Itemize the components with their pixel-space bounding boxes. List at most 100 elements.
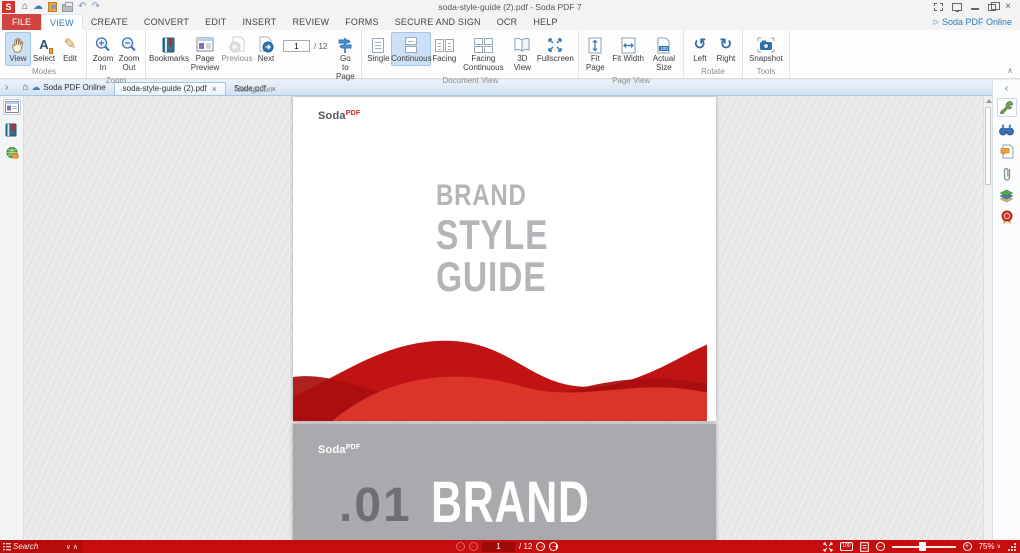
pdf-page-2[interactable]: SodaPDF .01 BRAND — [293, 424, 716, 540]
statusbar: ∨ ∧ ← ← 1 / 12 → → 100 – + 75% ∨ — [0, 540, 1020, 553]
zoom-out-status-button[interactable]: – — [876, 542, 885, 551]
vertical-scrollbar[interactable] — [983, 96, 992, 540]
document-canvas[interactable]: SodaPDF BRAND STYLE GUIDE SodaPDF .01 BR… — [24, 96, 992, 540]
zoom-slider[interactable] — [892, 546, 956, 548]
menu-tab-convert[interactable]: CONVERT — [136, 14, 197, 30]
attachments-icon[interactable] — [997, 164, 1017, 183]
edit-mode-button[interactable]: ✎ Edit — [57, 32, 83, 66]
page-number-input[interactable] — [283, 40, 310, 52]
bookmarks-panel-icon[interactable] — [3, 122, 21, 138]
zoom-level[interactable]: 75% ∨ — [979, 542, 1001, 551]
actual-size-status-icon[interactable]: 100 — [840, 542, 852, 551]
fit-width-button[interactable]: Fit Width — [608, 32, 648, 66]
pdf-page-1[interactable]: SodaPDF BRAND STYLE GUIDE — [293, 97, 716, 421]
go-to-page-button[interactable]: Go to Page — [332, 32, 358, 84]
title-line-1: BRAND — [436, 181, 660, 211]
facing-continuous-view-button[interactable]: Facing Continuous — [457, 32, 509, 75]
file-menu[interactable]: FILE — [2, 14, 41, 30]
button-label: Facing Continuous — [461, 55, 505, 73]
button-label: Snapshot — [749, 55, 783, 64]
undo-icon[interactable]: ↶ — [78, 2, 86, 12]
3d-view-button[interactable]: 3D View — [509, 32, 535, 75]
button-label: Page Preview — [191, 55, 219, 73]
stamp-badge-icon[interactable] — [997, 208, 1017, 227]
close-button[interactable]: × — [1005, 2, 1011, 12]
redo-icon[interactable]: ↷ — [91, 2, 99, 12]
page-thumbnails-icon[interactable] — [3, 99, 21, 115]
select-mode-button[interactable]: A Select — [31, 32, 57, 66]
ribbon-group-tools: Snapshot Tools — [743, 30, 790, 78]
menu-tab-forms[interactable]: FORMS — [337, 14, 387, 30]
next-page-button[interactable]: → — [536, 542, 545, 551]
find-binoculars-icon[interactable] — [997, 120, 1017, 139]
menu-tab-help[interactable]: HELP — [525, 14, 565, 30]
search-prev-icon[interactable]: ∧ — [73, 543, 78, 551]
ribbon-group-label: Navigation — [149, 84, 358, 95]
resize-grip[interactable] — [1008, 543, 1016, 551]
button-label: Facing — [432, 55, 456, 64]
last-page-button[interactable]: → — [549, 542, 558, 551]
fit-page-button[interactable]: Fit Page — [582, 32, 608, 75]
menu-tab-review[interactable]: REVIEW — [284, 14, 337, 30]
menu-tab-edit[interactable]: EDIT — [197, 14, 234, 30]
menu-tab-create[interactable]: CREATE — [83, 14, 136, 30]
switch-display-icon[interactable] — [952, 3, 962, 11]
single-view-button[interactable]: Single — [365, 32, 391, 66]
ribbon-group-label: Tools — [746, 66, 786, 77]
panel-expand-icon[interactable]: ‹ — [1005, 83, 1008, 94]
next-page-button[interactable]: Next — [253, 32, 279, 66]
menu-tab-insert[interactable]: INSERT — [234, 14, 284, 30]
page-preview-button[interactable]: Page Preview — [189, 32, 221, 75]
facing-view-button[interactable]: Facing — [431, 32, 457, 66]
minimize-button[interactable] — [971, 8, 979, 10]
ribbon-collapse-button[interactable]: ∧ — [1007, 66, 1013, 75]
fullscreen-status-icon[interactable] — [823, 542, 833, 552]
menu-tab-secure-and-sign[interactable]: SECURE AND SIGN — [387, 14, 489, 30]
bookmarks-button[interactable]: Bookmarks — [149, 32, 189, 66]
tools-wrench-icon[interactable] — [997, 98, 1017, 117]
view-mode-button[interactable]: View — [5, 32, 31, 66]
zoom-in-button[interactable]: Zoom In — [90, 32, 116, 75]
scroll-up-icon[interactable] — [984, 96, 992, 106]
menu-tab-ocr[interactable]: OCR — [489, 14, 526, 30]
first-page-button[interactable]: ← — [456, 542, 465, 551]
web-links-icon[interactable] — [3, 145, 21, 161]
restore-button[interactable] — [988, 4, 996, 11]
continuous-view-button[interactable]: Continuous — [391, 32, 431, 66]
snapshot-button[interactable]: Snapshot — [746, 32, 786, 66]
fullscreen-button[interactable]: Fullscreen — [535, 32, 575, 66]
button-label: Next — [258, 55, 274, 64]
rotate-right-button[interactable]: ↻ Right — [713, 32, 739, 66]
select-cursor-icon: A — [39, 35, 48, 55]
rotate-left-button[interactable]: ↺ Left — [687, 32, 713, 66]
soda-pdf-online-link[interactable]: ▷ Soda PDF Online — [934, 14, 1012, 30]
previous-page-button[interactable]: Previous — [221, 32, 253, 66]
search-next-icon[interactable]: ∨ — [66, 543, 71, 551]
menu-tab-view[interactable]: VIEW — [41, 14, 83, 30]
status-page-value[interactable]: 1 — [482, 542, 515, 552]
previous-page-button[interactable]: ← — [469, 542, 478, 551]
zoom-slider-handle[interactable] — [919, 542, 926, 551]
fullscreen-toggle-icon[interactable] — [934, 3, 943, 11]
home-icon[interactable]: ⌂ — [22, 2, 28, 12]
online-link-label: Soda PDF Online — [942, 17, 1012, 27]
document-icon[interactable] — [48, 2, 57, 12]
scrollbar-thumb[interactable] — [985, 107, 991, 185]
comments-icon[interactable] — [997, 142, 1017, 161]
search-results-icon[interactable] — [3, 543, 11, 551]
layers-icon[interactable] — [997, 186, 1017, 205]
print-icon[interactable] — [62, 4, 73, 12]
fit-page-status-icon[interactable] — [860, 542, 869, 552]
actual-size-button[interactable]: 100 Actual Size — [648, 32, 680, 75]
camera-icon — [757, 35, 775, 55]
facing-pages-icon — [435, 35, 454, 55]
tab-scroll-icon[interactable]: › — [5, 83, 8, 93]
zoom-in-status-button[interactable]: + — [963, 542, 972, 551]
3d-book-icon — [513, 35, 531, 55]
search-input[interactable] — [13, 542, 64, 551]
ribbon-group-label: Zoom — [90, 75, 142, 86]
zoom-out-button[interactable]: Zoom Out — [116, 32, 142, 75]
button-label: Zoom In — [93, 55, 113, 73]
facing-continuous-icon — [474, 35, 493, 55]
cloud-icon[interactable]: ☁ — [33, 2, 43, 12]
